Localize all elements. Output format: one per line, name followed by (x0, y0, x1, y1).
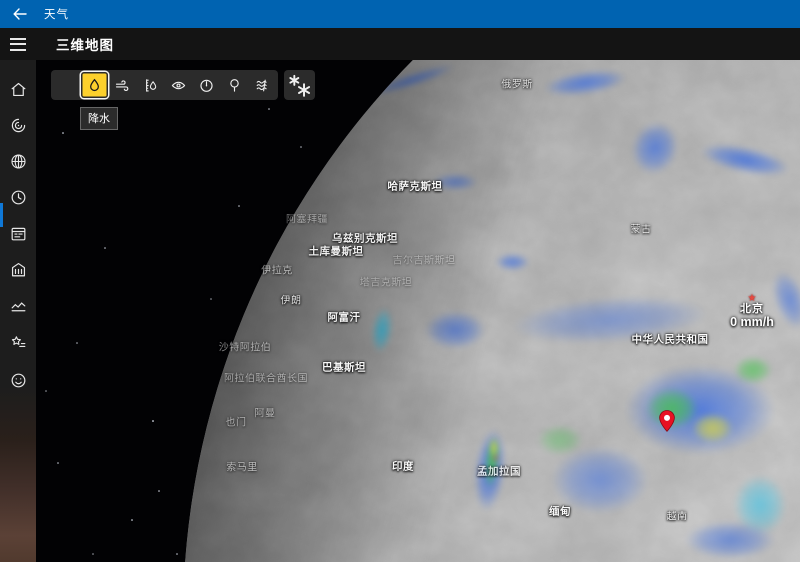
wind-layer-button[interactable] (109, 72, 136, 98)
ski-snowflakes-button[interactable] (284, 70, 315, 100)
hamburger-menu-icon[interactable] (0, 28, 36, 60)
star-dot (152, 420, 154, 422)
back-arrow-icon (13, 8, 27, 20)
selected-item-accent (0, 203, 3, 227)
sidebar-item-3d-maps[interactable] (0, 146, 36, 176)
sidebar-background-photo (0, 387, 36, 562)
layer-tooltip: 降水 (80, 107, 118, 130)
pressure-layer-button[interactable] (193, 72, 220, 98)
temperature-layer-button[interactable] (53, 72, 80, 98)
sidebar-item-pollen[interactable] (0, 254, 36, 284)
page-title: 三维地图 (56, 34, 114, 54)
balloon-layer-button[interactable] (221, 72, 248, 98)
visibility-layer-button[interactable] (165, 72, 192, 98)
sidebar (0, 60, 36, 562)
star-dot (62, 132, 64, 134)
window-title: 天气 (44, 6, 69, 22)
star-dot (131, 519, 133, 521)
app-header: 三维地图 (0, 28, 800, 60)
star-dot (176, 553, 178, 555)
star-dot (45, 390, 47, 392)
star-dot (92, 553, 94, 555)
sidebar-item-favorites[interactable] (0, 327, 36, 357)
sidebar-item-hourly[interactable] (0, 182, 36, 212)
dew-point-layer-button[interactable] (137, 72, 164, 98)
layer-toolbar (51, 70, 315, 100)
beijing-station-label: ★ 北京 0 mm/h (730, 294, 774, 329)
title-bar: 天气 (0, 0, 800, 28)
precipitation-layer-button[interactable] (81, 72, 108, 98)
sidebar-item-history[interactable] (0, 290, 36, 320)
weather-app-window: 俄罗斯哈萨克斯坦蒙古阿塞拜疆乌兹别克斯坦土库曼斯坦吉尔吉斯斯坦塔吉克斯坦伊拉克伊… (0, 0, 800, 562)
star-dot (104, 247, 106, 249)
beijing-precip-value: 0 mm/h (730, 315, 774, 329)
sidebar-item-home[interactable] (0, 74, 36, 104)
back-button[interactable] (0, 0, 40, 28)
star-dot (76, 342, 78, 344)
beijing-city-name: 北京 (730, 303, 774, 315)
red-location-pin-icon[interactable] (658, 409, 676, 438)
star-dot (57, 462, 59, 464)
sidebar-item-radar[interactable] (0, 110, 36, 140)
star-dot (158, 490, 160, 492)
sidebar-item-monthly[interactable] (0, 218, 36, 248)
cloud-layers-button[interactable] (249, 72, 276, 98)
layer-button-group (51, 70, 278, 100)
red-star-icon: ★ (730, 294, 774, 303)
